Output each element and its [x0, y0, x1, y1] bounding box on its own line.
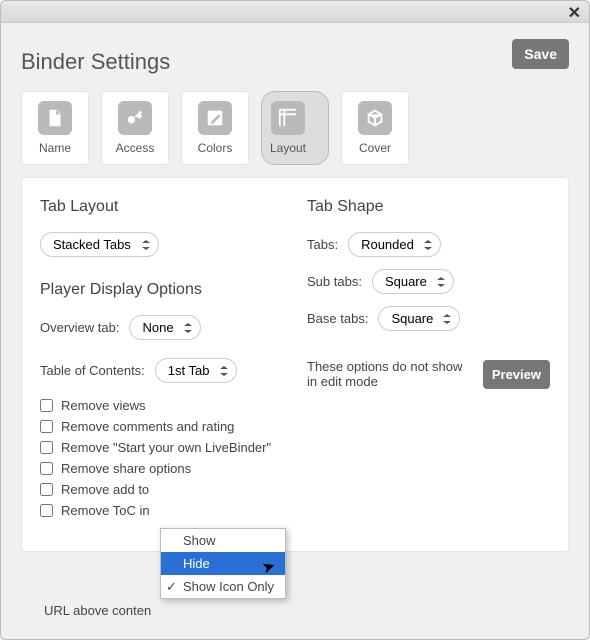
player-display-heading: Player Display Options [40, 281, 283, 299]
tab-label: Cover [359, 141, 391, 155]
toc-select[interactable]: 1st Tab [155, 358, 237, 383]
checkmark-icon: ✓ [166, 579, 177, 595]
tab-layout-heading: Tab Layout [40, 198, 283, 216]
preview-note: These options do not show in edit mode [307, 359, 473, 389]
remove-share-checkbox[interactable] [40, 462, 53, 475]
key-icon [118, 101, 152, 135]
overview-tab-select[interactable]: None [129, 315, 201, 340]
checkbox-label: Remove "Start your own LiveBinder" [61, 440, 271, 455]
tab-label: Name [39, 141, 71, 155]
pencil-icon [198, 101, 232, 135]
tabs-shape-select[interactable]: Rounded [348, 232, 441, 257]
tab-label: Colors [198, 141, 233, 155]
checkbox-label: Remove add to [61, 482, 149, 497]
url-above-content-label: URL above conten [44, 603, 151, 618]
subtabs-shape-select[interactable]: Square [372, 269, 454, 294]
remove-comments-checkbox[interactable] [40, 420, 53, 433]
cube-icon [358, 101, 392, 135]
tab-label: Layout [270, 141, 306, 155]
tab-access[interactable]: Access [101, 91, 169, 165]
tab-layout[interactable]: Layout [261, 91, 329, 165]
left-column: Tab Layout Stacked Tabs Player Display O… [40, 198, 283, 521]
right-column: Tab Shape Tabs: Rounded Sub tabs: Square… [307, 198, 550, 521]
checkbox-list: Remove views Remove comments and rating … [40, 395, 283, 521]
layout-panel: Tab Layout Stacked Tabs Player Display O… [21, 177, 569, 552]
dialog-body: Binder Settings Save Name Access Colors … [1, 23, 589, 566]
remove-toc-checkbox[interactable] [40, 504, 53, 517]
tab-colors[interactable]: Colors [181, 91, 249, 165]
subtabs-label: Sub tabs: [307, 274, 362, 289]
name-icon [38, 101, 72, 135]
tab-name[interactable]: Name [21, 91, 89, 165]
tab-label: Access [116, 141, 155, 155]
basetabs-shape-select[interactable]: Square [378, 306, 460, 331]
dialog-window: ✕ Binder Settings Save Name Access Color… [0, 0, 590, 640]
tabs-label: Tabs: [307, 237, 338, 252]
close-icon[interactable]: ✕ [568, 3, 581, 23]
checkbox-label: Remove ToC in [61, 503, 150, 518]
menu-item-show[interactable]: Show [161, 529, 285, 552]
window-titlebar: ✕ [1, 1, 589, 23]
basetabs-label: Base tabs: [307, 311, 368, 326]
dialog-title: Binder Settings [21, 49, 170, 75]
overview-tab-label: Overview tab: [40, 320, 119, 335]
toc-label: Table of Contents: [40, 363, 145, 378]
save-button[interactable]: Save [512, 39, 569, 69]
menu-item-label: Show Icon Only [183, 579, 274, 594]
preview-button[interactable]: Preview [483, 360, 550, 389]
remove-startyourown-checkbox[interactable] [40, 441, 53, 454]
checkbox-label: Remove share options [61, 461, 191, 476]
remove-addto-checkbox[interactable] [40, 483, 53, 496]
layout-icon [271, 101, 305, 135]
remove-views-checkbox[interactable] [40, 399, 53, 412]
tab-cover[interactable]: Cover [341, 91, 409, 165]
tab-layout-select[interactable]: Stacked Tabs [40, 232, 159, 257]
settings-tabbar: Name Access Colors Layout Cover [21, 91, 569, 165]
tab-shape-heading: Tab Shape [307, 198, 550, 216]
checkbox-label: Remove comments and rating [61, 419, 234, 434]
checkbox-label: Remove views [61, 398, 146, 413]
